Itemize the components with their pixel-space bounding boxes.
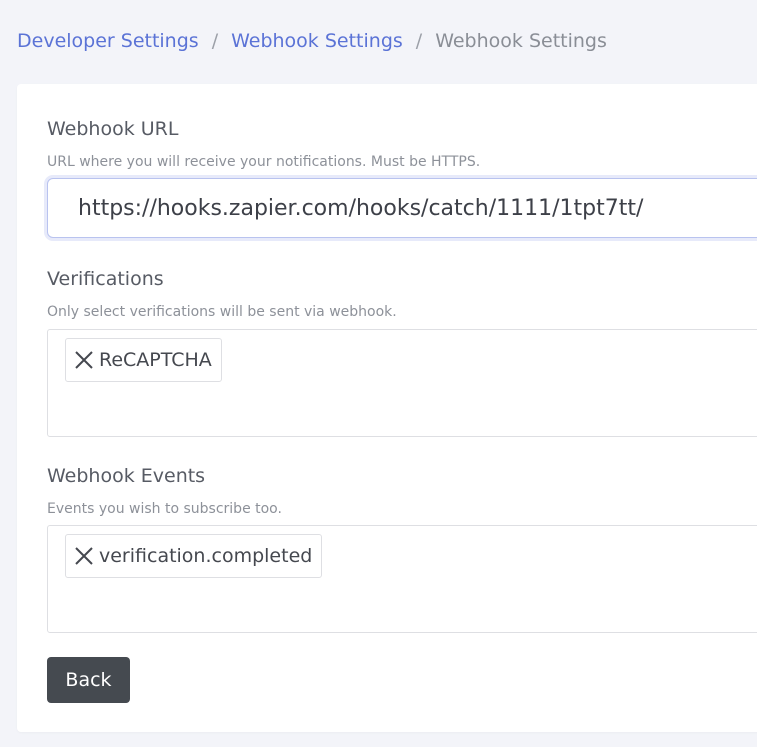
verifications-label: Verifications bbox=[47, 268, 164, 290]
breadcrumb: Developer Settings / Webhook Settings / … bbox=[17, 30, 607, 52]
verification-tag-label: ReCAPTCHA bbox=[99, 349, 212, 371]
close-icon[interactable] bbox=[74, 546, 94, 566]
breadcrumb-separator: / bbox=[211, 30, 219, 52]
event-tag-verification-completed[interactable]: verification.completed bbox=[65, 534, 323, 578]
close-icon[interactable] bbox=[74, 350, 94, 370]
verifications-multiselect[interactable]: ReCAPTCHA bbox=[47, 329, 757, 437]
verification-tag-recaptcha[interactable]: ReCAPTCHA bbox=[65, 338, 222, 382]
breadcrumb-webhook-settings[interactable]: Webhook Settings bbox=[231, 30, 403, 52]
webhook-events-label: Webhook Events bbox=[47, 465, 206, 487]
verifications-help: Only select verifications will be sent v… bbox=[47, 304, 397, 320]
back-button[interactable]: Back bbox=[47, 657, 130, 703]
webhook-events-multiselect[interactable]: verification.completed bbox=[47, 525, 757, 633]
webhook-events-help: Events you wish to subscribe too. bbox=[47, 501, 282, 517]
webhook-url-input[interactable] bbox=[47, 178, 757, 238]
webhook-url-help: URL where you will receive your notifica… bbox=[47, 154, 481, 170]
breadcrumb-current-page: Webhook Settings bbox=[435, 30, 607, 52]
webhook-url-label: Webhook URL bbox=[47, 118, 179, 140]
event-tag-label: verification.completed bbox=[99, 545, 313, 567]
breadcrumb-developer-settings[interactable]: Developer Settings bbox=[17, 30, 199, 52]
breadcrumb-separator: / bbox=[415, 30, 423, 52]
webhook-settings-card: Webhook URL URL where you will receive y… bbox=[17, 84, 757, 732]
